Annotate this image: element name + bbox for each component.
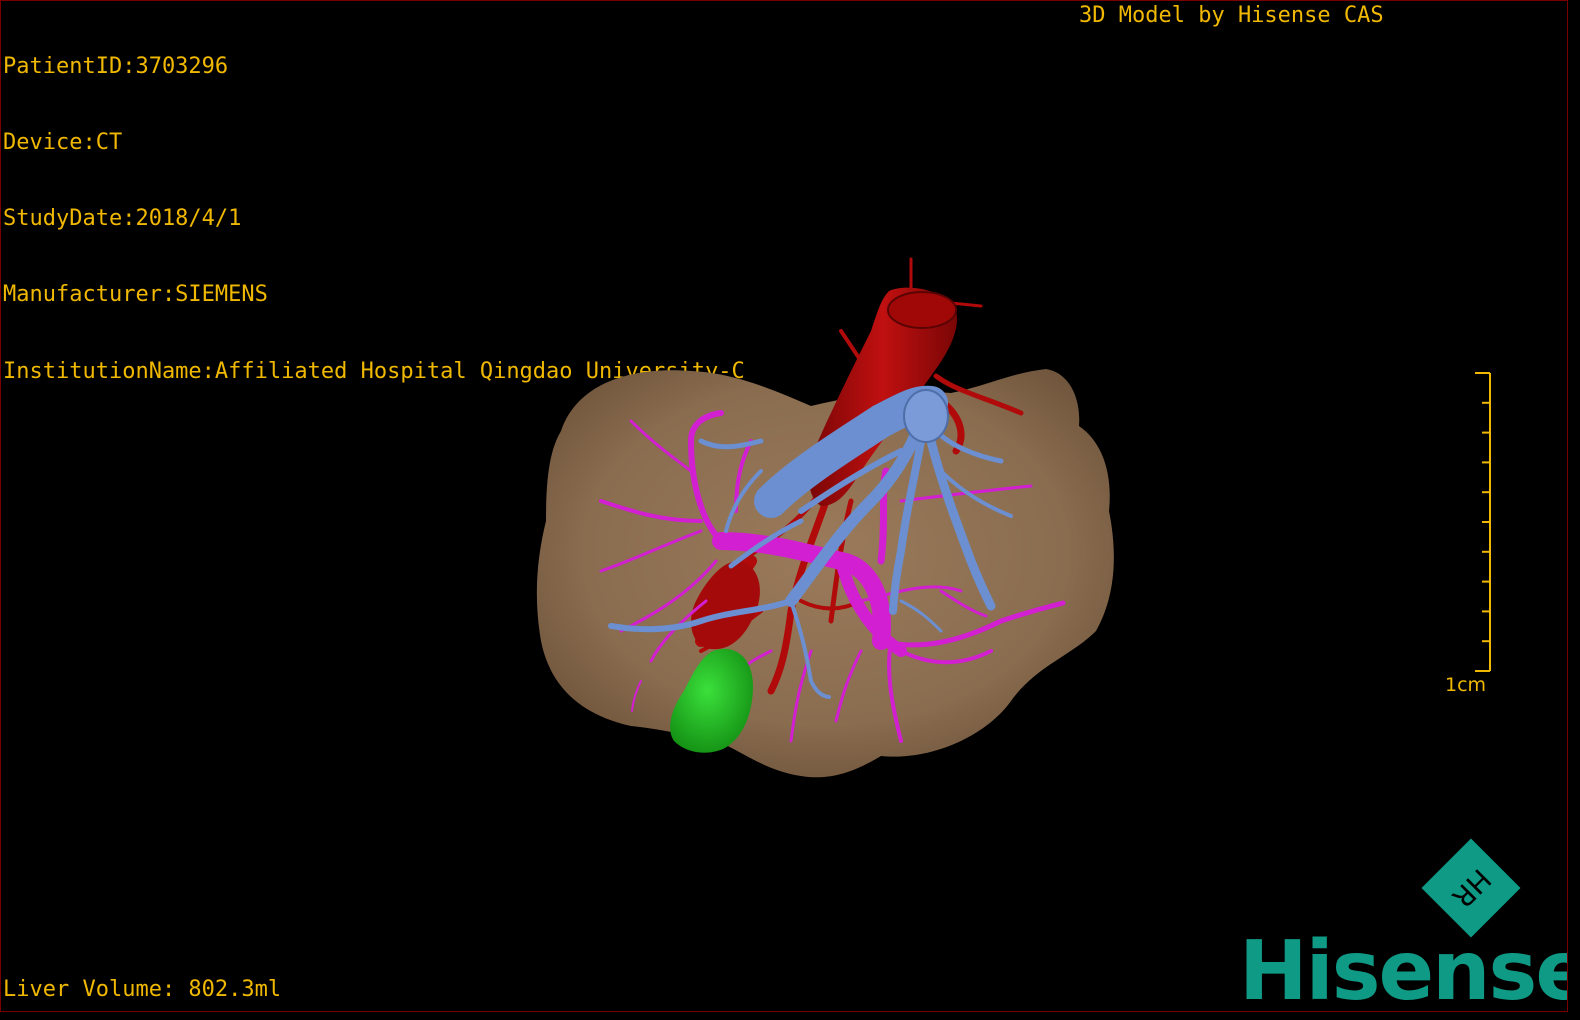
hisense-wordmark: Hisense [1239, 924, 1568, 1012]
liver-3d-model[interactable] [1, 1, 1568, 1012]
portal-vein-confluence [903, 389, 949, 443]
ivc-opening [887, 291, 957, 329]
liver-volume-text: Liver Volume: 802.3ml [3, 977, 282, 1002]
scale-bar [1475, 372, 1491, 672]
3d-viewport[interactable]: PatientID:3703296 Device:CT StudyDate:20… [0, 0, 1568, 1012]
scale-bar-label: 1cm [1445, 674, 1487, 696]
